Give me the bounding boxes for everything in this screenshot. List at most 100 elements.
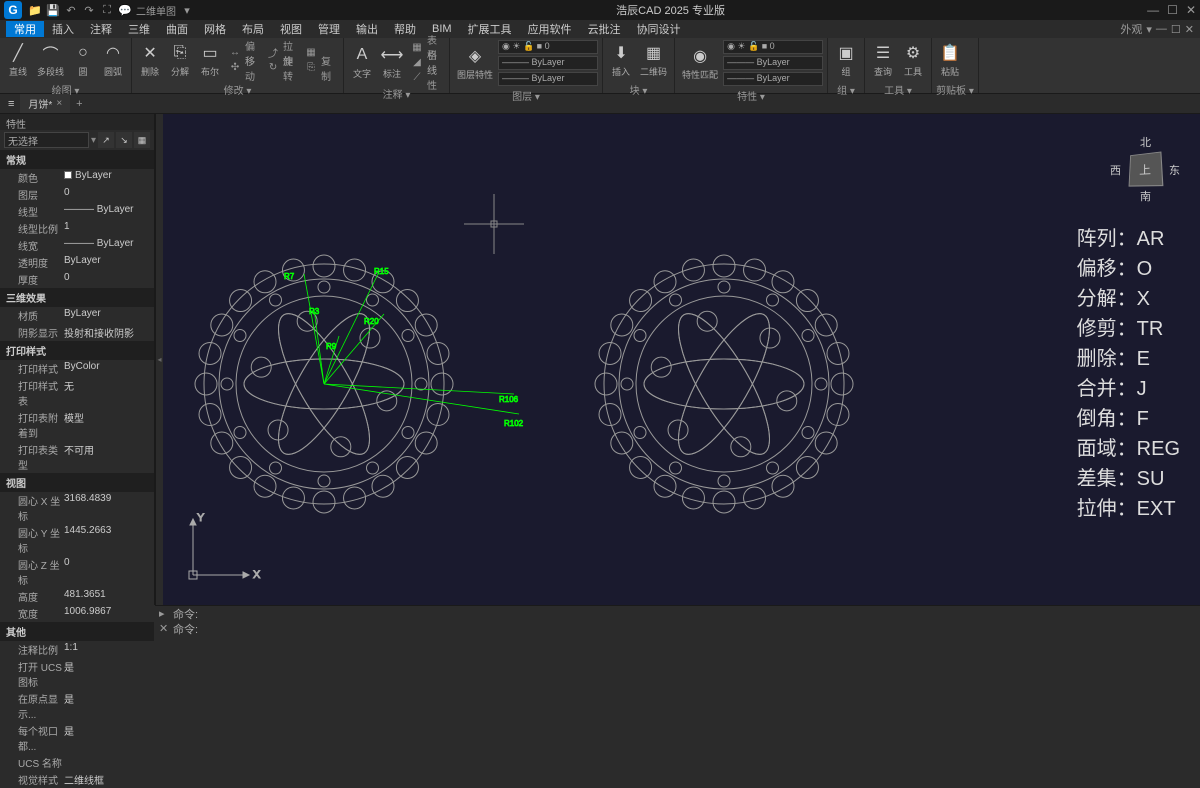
ribbon-tool-6-0[interactable]: ▣组 — [832, 40, 860, 80]
prop-row[interactable]: UCS 名称 — [0, 754, 154, 771]
menu-item-0[interactable]: 常用 — [6, 21, 44, 37]
layer-selector[interactable]: ——— ByLayer — [498, 56, 598, 70]
ribbon-tool-8-0[interactable]: 📋粘贴 — [936, 40, 964, 80]
viewcube-south[interactable]: 南 — [1140, 188, 1151, 204]
qat-redo-icon[interactable]: ↷ — [82, 3, 96, 17]
qat-save-icon[interactable]: 💾 — [46, 3, 60, 17]
prop-row[interactable]: 高度481.3651 — [0, 588, 154, 605]
ribbon-tool-7-0[interactable]: ☰查询 — [869, 40, 897, 80]
layer-selector[interactable]: ——— ByLayer — [498, 72, 598, 86]
ribbon-tool-1-2[interactable]: ▭布尔 — [196, 40, 224, 80]
ribbon-small-tool[interactable]: ◢ — [408, 55, 426, 69]
menu-item-14[interactable]: 云批注 — [580, 21, 629, 37]
ribbon-small-tool[interactable]: 移动 — [245, 61, 263, 75]
prop-row[interactable]: 视觉样式二维线框 — [0, 771, 154, 788]
ribbon-small-tool[interactable]: ⟋ — [408, 70, 426, 84]
prop-row[interactable]: 圆心 X 坐标3168.4839 — [0, 492, 154, 524]
prop-row[interactable]: 线宽——— ByLayer — [0, 237, 154, 254]
menu-item-8[interactable]: 管理 — [310, 21, 348, 37]
ribbon-small-tool[interactable]: 线性 — [427, 70, 445, 84]
ribbon-tool-0-3[interactable]: ◠圆弧 — [99, 40, 127, 80]
ribbon-tool-5-0[interactable]: ◉特性匹配 — [679, 43, 721, 83]
ribbon-small-tool[interactable]: 旋转 — [283, 61, 301, 75]
prop-row[interactable]: 线型比例1 — [0, 220, 154, 237]
view-cube[interactable]: 北 南 东 西 上 — [1110, 134, 1180, 204]
tabs-menu-icon[interactable]: ≡ — [8, 98, 20, 110]
ribbon-small-tool[interactable]: ↔ — [226, 46, 244, 60]
prop-row[interactable]: 圆心 Z 坐标0 — [0, 556, 154, 588]
appearance-label[interactable]: 外观 — [1120, 21, 1142, 37]
ribbon-tool-2-1[interactable]: ⟷标注 — [378, 42, 406, 82]
tab-add-button[interactable]: + — [70, 98, 88, 110]
menu-item-15[interactable]: 协同设计 — [629, 21, 689, 37]
prop-row[interactable]: 厚度0 — [0, 271, 154, 288]
prop-row[interactable]: 打印样式表无 — [0, 377, 154, 409]
menu-item-2[interactable]: 注释 — [82, 21, 120, 37]
document-tab[interactable]: 月饼* × — [20, 94, 70, 113]
prop-row[interactable]: 圆心 Y 坐标1445.2663 — [0, 524, 154, 556]
quick-select-button[interactable]: ↗ — [98, 132, 114, 148]
menu-item-6[interactable]: 布局 — [234, 21, 272, 37]
ribbon-tool-4-0[interactable]: ⬇插入 — [607, 40, 635, 80]
menu-item-1[interactable]: 插入 — [44, 21, 82, 37]
prop-row[interactable]: 颜色ByLayer — [0, 169, 154, 186]
prop-row[interactable]: 阴影显示投射和接收阴影 — [0, 324, 154, 341]
prop-row[interactable]: 图层0 — [0, 186, 154, 203]
prop-row[interactable]: 在原点显示...是 — [0, 690, 154, 722]
viewcube-east[interactable]: 东 — [1169, 162, 1180, 178]
menu-close-icon[interactable]: ✕ — [1185, 23, 1194, 36]
appearance-dropdown-icon[interactable]: ▾ — [1146, 23, 1152, 36]
ribbon-tool-3-0[interactable]: ◈图层特性 — [454, 43, 496, 83]
prop-row[interactable]: 打印样式ByColor — [0, 360, 154, 377]
qat-open-icon[interactable]: 📁 — [28, 3, 42, 17]
ribbon-small-tool[interactable]: ⎘ — [302, 61, 320, 75]
drawing-canvas[interactable]: R102 R106 R20 R9 R7 R15 R3 北 南 东 西 上 阵列：… — [163, 114, 1200, 605]
ribbon-small-tool[interactable]: ✣ — [226, 61, 244, 75]
menu-item-4[interactable]: 曲面 — [158, 21, 196, 37]
menu-minimize-icon[interactable]: — — [1156, 23, 1167, 35]
selection-dropdown[interactable]: 无选择 — [4, 132, 89, 148]
layer-selector[interactable]: ——— ByLayer — [723, 56, 823, 70]
prop-row[interactable]: 透明度ByLayer — [0, 254, 154, 271]
maximize-button[interactable]: ☐ — [1167, 3, 1178, 17]
ribbon-small-tool[interactable]: 复制 — [321, 61, 339, 75]
prop-row[interactable]: 宽度1006.9867 — [0, 605, 154, 622]
ribbon-tool-7-1[interactable]: ⚙工具 — [899, 40, 927, 80]
menu-item-5[interactable]: 网格 — [196, 21, 234, 37]
prop-row[interactable]: 打印表附着到模型 — [0, 409, 154, 441]
ucs-icon[interactable]: X Y — [183, 505, 263, 585]
ribbon-tool-0-0[interactable]: ╱直线 — [4, 40, 32, 80]
cmd-expand-icon[interactable]: ▸ — [159, 607, 173, 620]
layer-selector[interactable]: ——— ByLayer — [723, 72, 823, 86]
ribbon-small-tool[interactable]: ↻ — [264, 61, 282, 75]
viewcube-north[interactable]: 北 — [1140, 134, 1151, 150]
prop-section-header[interactable]: 视图 — [0, 473, 154, 492]
prop-row[interactable]: 打印表类型不可用 — [0, 441, 154, 473]
select-objects-button[interactable]: ↘ — [116, 132, 132, 148]
prop-section-header[interactable]: 常规 — [0, 150, 154, 169]
qat-share-icon[interactable]: ⛶ — [100, 3, 114, 17]
menu-item-13[interactable]: 应用软件 — [520, 21, 580, 37]
prop-row[interactable]: 材质ByLayer — [0, 307, 154, 324]
menu-help-icon[interactable]: ☐ — [1171, 23, 1181, 36]
ribbon-small-tool[interactable]: ⤴ — [264, 46, 282, 60]
prop-section-header[interactable]: 其他 — [0, 622, 154, 641]
prop-row[interactable]: 线型——— ByLayer — [0, 203, 154, 220]
menu-item-7[interactable]: 视图 — [272, 21, 310, 37]
ribbon-small-tool[interactable]: ▦ — [302, 46, 320, 60]
command-line[interactable]: ▸ 命令: ✕ 命令: — [155, 605, 1200, 635]
viewcube-west[interactable]: 西 — [1110, 162, 1121, 178]
ribbon-tool-0-1[interactable]: ⌒多段线 — [34, 40, 67, 80]
close-button[interactable]: ✕ — [1186, 3, 1196, 17]
app-logo[interactable]: G — [4, 1, 22, 19]
ribbon-tool-2-0[interactable]: A文字 — [348, 42, 376, 82]
prop-row[interactable]: 注释比例1:1 — [0, 641, 154, 658]
minimize-button[interactable]: — — [1147, 3, 1159, 17]
ribbon-tool-1-1[interactable]: ⎘分解 — [166, 40, 194, 80]
menu-item-3[interactable]: 三维 — [120, 21, 158, 37]
qat-undo-icon[interactable]: ↶ — [64, 3, 78, 17]
prop-row[interactable]: 每个视口都...是 — [0, 722, 154, 754]
viewcube-top-face[interactable]: 上 — [1129, 151, 1164, 186]
prop-row[interactable]: 打开 UCS 图标是 — [0, 658, 154, 690]
cmd-history-icon[interactable]: ✕ — [159, 622, 173, 635]
